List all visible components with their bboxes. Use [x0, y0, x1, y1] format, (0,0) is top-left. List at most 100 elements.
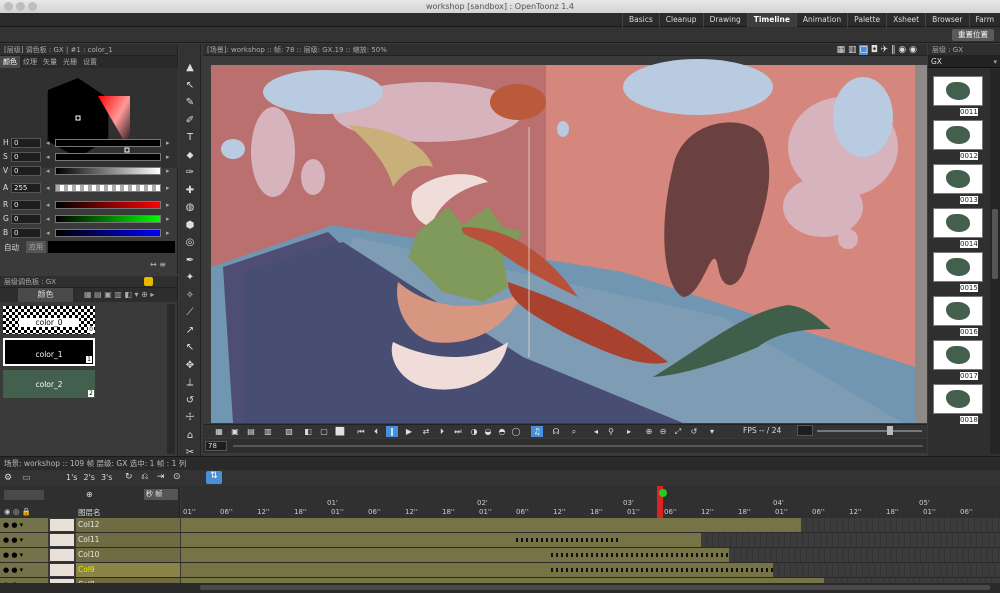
zoom-window-button[interactable] [28, 2, 37, 11]
new-layer-icon[interactable]: ⊕ [86, 490, 93, 499]
room-tab-cleanup[interactable]: Cleanup [658, 13, 703, 27]
palette-tools-icons[interactable]: ▦ ▤ ▣ ▥ ◧ ▾ ⊕ ▸ [84, 290, 154, 299]
tool-button-4-icon[interactable]: T [184, 132, 196, 144]
tool-button-20-icon[interactable]: ☩ [184, 412, 196, 424]
slider-decrement-icon[interactable]: ◂ [46, 151, 50, 163]
slider-decrement-icon[interactable]: ◂ [46, 182, 50, 194]
slider-decrement-icon[interactable]: ◂ [46, 137, 50, 149]
tool-button-8-icon[interactable]: ◍ [184, 202, 196, 214]
viewer-control-18-icon[interactable]: ◯ [510, 426, 522, 437]
viewer-control-17-icon[interactable]: ◓ [496, 426, 508, 437]
slider-track[interactable] [55, 153, 161, 161]
viewer-control-10-icon[interactable]: ‖ [386, 426, 398, 437]
viewer-control-20-icon[interactable]: ☊ [550, 426, 562, 437]
layer-name[interactable]: Col12 [76, 518, 180, 532]
viewer-control-6-icon[interactable]: ▢ [318, 426, 330, 437]
viewer-control-28-icon[interactable]: ↺ [688, 426, 700, 437]
viewer-control-23-icon[interactable]: ⚲ [605, 426, 617, 437]
level-strip-frame-0012[interactable] [933, 120, 983, 150]
viewer-control-5-icon[interactable]: ◧ [302, 426, 314, 437]
level-strip-scroll-thumb[interactable] [992, 209, 998, 279]
layer-name[interactable]: Col9 [76, 563, 180, 577]
timeline-tool-icons[interactable]: ↻ ⎌ ⇥ ⊙ [125, 472, 181, 482]
room-tab-browser[interactable]: Browser [925, 13, 968, 27]
room-tab-animation[interactable]: Animation [795, 13, 847, 27]
viewer-control-26-icon[interactable]: ⊖ [657, 426, 669, 437]
level-strip-scrollbar[interactable] [990, 69, 1000, 454]
layer-toggles[interactable]: ● ● ▾ [0, 533, 48, 547]
palette-chip-color_0[interactable]: color_0 0 [3, 306, 95, 334]
palette-tab-color[interactable]: 颜色 [18, 288, 73, 302]
viewer-control-11-icon[interactable]: ▶ [403, 426, 415, 437]
viewer-control-7-icon[interactable]: ⬜ [334, 426, 346, 437]
tool-button-21-icon[interactable]: ⌂ [184, 430, 196, 442]
slider-track[interactable] [55, 215, 161, 223]
tool-button-3-icon[interactable]: ✐ [184, 115, 196, 127]
timeline-settings-icon[interactable]: ⚙ [4, 473, 12, 483]
room-tab-timeline[interactable]: Timeline [746, 13, 796, 27]
tool-button-10-icon[interactable]: ◎ [184, 237, 196, 249]
style-tab-2[interactable]: 矢量 [40, 56, 60, 68]
tool-button-6-icon[interactable]: ✑ [184, 167, 196, 179]
viewer-control-0-icon[interactable]: ▦ [213, 426, 225, 437]
cell-block[interactable] [181, 533, 701, 547]
frame-mode-select[interactable]: 秒 帧 [144, 489, 178, 500]
tool-button-5-icon[interactable]: ⬥ [184, 150, 196, 162]
viewer-control-25-icon[interactable]: ⊕ [643, 426, 655, 437]
palette-chip-color_2[interactable]: color_2 2 [3, 370, 95, 398]
layer-toggles[interactable]: ● ● ▾ [0, 563, 48, 577]
tool-button-2-icon[interactable]: ✎ [184, 97, 196, 109]
minimize-window-button[interactable] [16, 2, 25, 11]
slider-track[interactable] [55, 229, 161, 237]
slider-value-field[interactable]: 0 [11, 214, 41, 224]
timeline-scroll-thumb[interactable] [200, 585, 990, 590]
slider-value-field[interactable]: 0 [11, 228, 41, 238]
frame-field[interactable]: 78 [205, 441, 227, 451]
slider-value-field[interactable]: 0 [11, 138, 41, 148]
viewer-control-13-icon[interactable]: ⏵ [436, 426, 448, 437]
viewer-canvas[interactable] [203, 57, 927, 424]
slider-value-field[interactable]: 0 [11, 200, 41, 210]
layer-name[interactable]: Col11 [76, 533, 180, 547]
slider-track[interactable] [55, 184, 161, 192]
viewer-control-3-icon[interactable]: ▥ [262, 426, 274, 437]
layer-toggles[interactable]: ● ● ▾ [0, 518, 48, 532]
cell-block[interactable] [181, 518, 801, 532]
slider-track[interactable] [55, 167, 161, 175]
tool-button-19-icon[interactable]: ↺ [184, 395, 196, 407]
fps-field[interactable] [797, 425, 813, 436]
viewer-control-4-icon[interactable]: ▧ [283, 426, 295, 437]
slider-increment-icon[interactable]: ▸ [166, 182, 170, 194]
fps-slider-handle[interactable] [887, 426, 893, 435]
slider-decrement-icon[interactable]: ◂ [46, 165, 50, 177]
viewer-toggle-icons[interactable]: ▦ ▥ ▢ ◘ ✈ ‖ ◉ ◉ [837, 44, 917, 56]
viewer-control-12-icon[interactable]: ⇄ [420, 426, 432, 437]
tool-button-7-icon[interactable]: ✚ [184, 185, 196, 197]
viewer-control-2-icon[interactable]: ▤ [245, 426, 257, 437]
viewer-control-21-icon[interactable]: ⌕ [568, 426, 580, 437]
tool-button-12-icon[interactable]: ✦ [184, 272, 196, 284]
level-strip-frame-0014[interactable] [933, 208, 983, 238]
onion-skin-marker[interactable] [659, 489, 667, 497]
room-tab-xsheet[interactable]: Xsheet [886, 13, 925, 27]
style-tab-3[interactable]: 光栅 [60, 56, 80, 68]
frame-ruler[interactable]: 01' 02' 03' 04' 05' 01'' 06'' 12'' 18'' 01'' 06'' 1… [181, 486, 1000, 518]
level-strip-frame-0018[interactable] [933, 384, 983, 414]
expand-arrows-icon[interactable]: ↔ ≡ [150, 260, 166, 269]
slider-decrement-icon[interactable]: ◂ [46, 227, 50, 239]
viewer-control-27-icon[interactable]: ⤢ [672, 426, 684, 437]
slider-increment-icon[interactable]: ▸ [166, 227, 170, 239]
slider-track[interactable] [55, 139, 161, 147]
layer-toggles[interactable]: ● ● ▾ [0, 548, 48, 562]
layer-toggle-icons[interactable]: ◉ ◎ 🔒 [4, 507, 31, 516]
slider-value-field[interactable]: 0 [11, 152, 41, 162]
tool-button-16-icon[interactable]: ↖ [184, 342, 196, 354]
tool-button-15-icon[interactable]: ↗ [184, 325, 196, 337]
level-strip-frame-0016[interactable] [933, 296, 983, 326]
reset-position-button[interactable]: 重置位置 [952, 29, 994, 41]
viewer-control-15-icon[interactable]: ◑ [468, 426, 480, 437]
slider-decrement-icon[interactable]: ◂ [46, 213, 50, 225]
timeline-scrollbar[interactable] [0, 583, 1000, 592]
slider-value-field[interactable]: 0 [11, 166, 41, 176]
frame-zoom-1[interactable]: 1's [66, 473, 77, 482]
